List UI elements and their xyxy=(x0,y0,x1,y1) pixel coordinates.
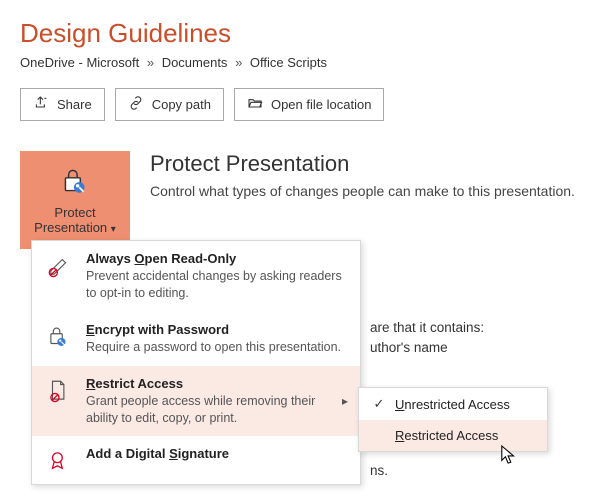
breadcrumb-sep: » xyxy=(235,55,242,70)
breadcrumb-sep: » xyxy=(147,55,154,70)
protect-presentation-button[interactable]: Protect Presentation ▾ xyxy=(20,151,130,249)
breadcrumb-part[interactable]: OneDrive - Microsoft xyxy=(20,55,139,70)
mouse-cursor-icon xyxy=(500,444,518,469)
share-label: Share xyxy=(57,97,92,112)
page-title: Design Guidelines xyxy=(20,18,580,49)
bg-text: uthor's name xyxy=(370,340,448,355)
folder-open-icon xyxy=(247,95,263,114)
bg-text: are that it contains: xyxy=(370,320,484,335)
open-location-label: Open file location xyxy=(271,97,371,112)
share-icon xyxy=(33,95,49,114)
submenu-unrestricted[interactable]: ✓ Unrestricted Access xyxy=(359,388,547,420)
breadcrumb-part[interactable]: Office Scripts xyxy=(250,55,327,70)
protect-desc: Control what types of changes people can… xyxy=(150,183,575,199)
ribbon-icon xyxy=(44,446,74,474)
breadcrumb: OneDrive - Microsoft » Documents » Offic… xyxy=(20,55,580,70)
protect-menu: Always Open Read-Only Prevent accidental… xyxy=(31,240,361,485)
copy-path-button[interactable]: Copy path xyxy=(115,88,224,121)
bg-text: ns. xyxy=(370,463,388,478)
protect-description: Protect Presentation Control what types … xyxy=(150,151,575,199)
check-icon: ✓ xyxy=(371,396,387,412)
protect-section: Protect Presentation ▾ Protect Presentat… xyxy=(20,151,580,249)
menu-desc: Prevent accidental changes by asking rea… xyxy=(86,268,348,302)
breadcrumb-part[interactable]: Documents xyxy=(162,55,228,70)
protect-label-1: Protect xyxy=(54,205,95,220)
menu-item-encrypt[interactable]: Encrypt with Password Require a password… xyxy=(32,312,360,366)
doc-prohibit-icon xyxy=(44,376,74,427)
menu-desc: Grant people access while removing their… xyxy=(86,393,324,427)
submenu-restricted[interactable]: Restricted Access xyxy=(359,420,547,451)
chevron-right-icon: ▸ xyxy=(336,376,348,427)
restrict-access-submenu: ✓ Unrestricted Access Restricted Access xyxy=(358,387,548,452)
chevron-down-icon: ▾ xyxy=(111,224,116,235)
copy-path-label: Copy path xyxy=(152,97,211,112)
protect-heading: Protect Presentation xyxy=(150,151,575,177)
pencil-prohibit-icon xyxy=(44,251,74,302)
lock-key-icon xyxy=(58,164,92,201)
open-location-button[interactable]: Open file location xyxy=(234,88,384,121)
action-row: Share Copy path Open file location xyxy=(20,88,580,121)
menu-desc: Require a password to open this presenta… xyxy=(86,339,348,356)
share-button[interactable]: Share xyxy=(20,88,105,121)
menu-item-open-read-only[interactable]: Always Open Read-Only Prevent accidental… xyxy=(32,241,360,312)
menu-item-digital-signature[interactable]: Add a Digital Signature xyxy=(32,436,360,484)
lock-key-icon xyxy=(44,322,74,356)
link-icon xyxy=(128,95,144,114)
protect-label-2: Presentation xyxy=(34,220,107,235)
menu-item-restrict-access[interactable]: Restrict Access Grant people access whil… xyxy=(32,366,360,437)
